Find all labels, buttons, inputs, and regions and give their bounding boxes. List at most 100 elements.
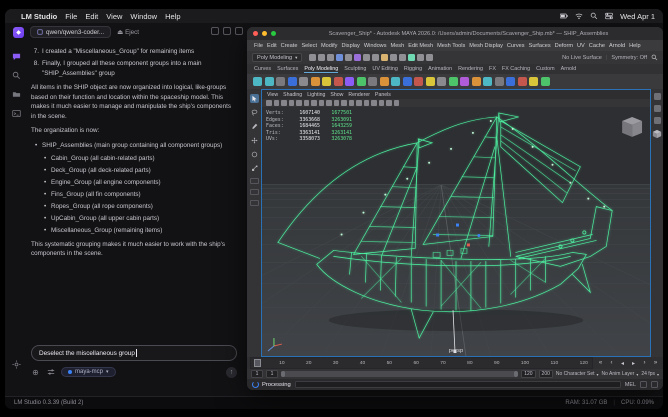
shelf-icon[interactable] (460, 77, 469, 86)
rotate-tool-icon[interactable] (250, 150, 259, 159)
shelf-tab[interactable]: Rigging (404, 66, 422, 72)
symmetry-label[interactable]: Symmetry: Off (611, 55, 647, 61)
maya-menu-item[interactable]: Mesh (391, 43, 405, 49)
play-button[interactable]: ▸ (629, 360, 638, 367)
maya-menu-item[interactable]: Mesh Display (469, 43, 503, 49)
shelf-icon[interactable] (322, 77, 331, 86)
close-window-button[interactable] (253, 31, 258, 36)
shelf-icon[interactable] (266, 100, 272, 106)
no-live-surface-label[interactable]: No Live Surface (562, 55, 602, 61)
menubar-clock[interactable]: Wed Apr 1 (620, 12, 655, 21)
anim-end-field[interactable]: 200 (539, 370, 553, 378)
maya-menu-item[interactable]: Surfaces (529, 43, 551, 49)
shelf-icon[interactable] (379, 100, 385, 106)
maya-menu-item[interactable]: Windows (364, 43, 387, 49)
viewport-canvas[interactable]: Verts: 1607140 1677501 Edges: 3363668 32… (262, 107, 650, 356)
maya-menu-item[interactable]: Create (281, 43, 298, 49)
time-slider-ticks[interactable]: 1102030405060708090100110120 (250, 357, 593, 369)
attach-plus-icon[interactable]: ⊕ (31, 368, 40, 377)
shelf-icon[interactable] (408, 54, 415, 61)
maya-menu-item[interactable]: Cache (589, 43, 605, 49)
panel-menu-item[interactable]: Show (330, 92, 343, 98)
shelf-icon[interactable] (311, 100, 317, 106)
maya-menu-item[interactable]: Modify (321, 43, 337, 49)
menu-set-dropdown[interactable]: Poly Modeling ▾ (252, 53, 302, 62)
control-center-icon[interactable] (605, 12, 613, 20)
shelf-icon[interactable] (426, 77, 435, 86)
viewport-scene[interactable] (262, 107, 650, 356)
shelf-icon[interactable] (311, 77, 320, 86)
shelf-tab[interactable]: Animation (428, 66, 452, 72)
shelf-tab[interactable]: Surfaces (277, 66, 298, 72)
shelf-icon[interactable] (380, 77, 389, 86)
mcp-server-pill[interactable]: maya-mcp ▾ (61, 367, 116, 377)
maya-menu-item[interactable]: Select (301, 43, 317, 49)
shelf-icon[interactable] (495, 77, 504, 86)
layout-single-pane-button[interactable] (250, 178, 259, 184)
shelf-icon[interactable] (345, 54, 352, 61)
minimize-window-button[interactable] (262, 31, 267, 36)
go-to-end-button[interactable]: » (651, 360, 660, 366)
shelf-icon[interactable] (363, 54, 370, 61)
shelf-icon[interactable] (354, 54, 361, 61)
shelf-icon[interactable] (390, 54, 397, 61)
chat-input[interactable]: Deselect the miscellaneous group (31, 345, 237, 361)
panel-menu-item[interactable]: Panels (375, 92, 391, 98)
layout-four-pane-button[interactable] (250, 189, 259, 195)
shelf-icon[interactable] (299, 77, 308, 86)
shelf-icon[interactable] (449, 77, 458, 86)
active-app-name[interactable]: LM Studio (21, 12, 57, 21)
shelf-tab[interactable]: FX Caching (502, 66, 530, 72)
shelf-icon[interactable] (336, 54, 343, 61)
output-window-icon[interactable] (651, 381, 658, 388)
model-tab[interactable]: qwen/qwen3-coder... (30, 26, 111, 38)
settings-gear-icon[interactable] (11, 359, 21, 369)
wifi-icon[interactable] (575, 12, 583, 20)
shelf-tab[interactable]: Custom (536, 66, 555, 72)
maya-menu-item[interactable]: Edit (267, 43, 277, 49)
shelf-icon[interactable] (334, 77, 343, 86)
maya-menu-item[interactable]: Mesh Tools (437, 43, 465, 49)
panel-menu-item[interactable]: Lighting (307, 92, 325, 98)
shelf-icon[interactable] (518, 77, 527, 86)
panel-toggle-icon[interactable] (223, 27, 231, 35)
maya-menu-item[interactable]: Curves (507, 43, 525, 49)
shelf-icon[interactable] (371, 100, 377, 106)
layout-split-pane-button[interactable] (250, 200, 259, 206)
shelf-tab-active[interactable]: Poly Modeling (304, 66, 338, 73)
play-backwards-button[interactable]: ◂ (618, 360, 627, 367)
shelf-tab[interactable]: Sculpting (344, 66, 366, 72)
time-slider[interactable]: 1102030405060708090100110120 « ‹ ◂ ▸ › » (247, 357, 663, 369)
maya-menu-item[interactable]: Help (629, 43, 641, 49)
panel-menu-item[interactable]: Shading (283, 92, 302, 98)
playback-end-field[interactable]: 120 (521, 370, 535, 378)
menubar-item[interactable]: View (106, 12, 122, 21)
shelf-icon[interactable] (349, 100, 355, 106)
new-chat-icon[interactable] (211, 27, 219, 35)
shelf-icon[interactable] (372, 54, 379, 61)
lasso-tool-icon[interactable] (250, 108, 259, 117)
shelf-icon[interactable] (472, 77, 481, 86)
shelf-tab[interactable]: Arnold (561, 66, 577, 72)
shelf-icon[interactable] (334, 100, 340, 106)
my-models-folder-icon[interactable] (11, 89, 21, 99)
eject-button[interactable]: ⏏Eject (117, 29, 139, 36)
search-icon[interactable] (590, 12, 598, 20)
move-tool-icon[interactable] (250, 136, 259, 145)
command-line-input[interactable] (295, 381, 621, 388)
layout-icon[interactable] (235, 27, 243, 35)
shelf-icon[interactable] (327, 54, 334, 61)
shelf-tab[interactable]: Curves (254, 66, 271, 72)
character-set-menu[interactable]: No Character Set▾ (556, 371, 599, 377)
menubar-item[interactable]: Window (130, 12, 157, 21)
maya-menu-item[interactable]: Deform (555, 43, 573, 49)
shelf-icon[interactable] (357, 77, 366, 86)
shelf-icon[interactable] (341, 100, 347, 106)
shelf-icon[interactable] (318, 54, 325, 61)
shelf-icon[interactable] (304, 100, 310, 106)
shelf-icon[interactable] (345, 77, 354, 86)
shelf-icon[interactable] (309, 54, 316, 61)
shelf-icon[interactable] (276, 77, 285, 86)
shelf-icon[interactable] (426, 54, 433, 61)
shelf-icon[interactable] (274, 100, 280, 106)
